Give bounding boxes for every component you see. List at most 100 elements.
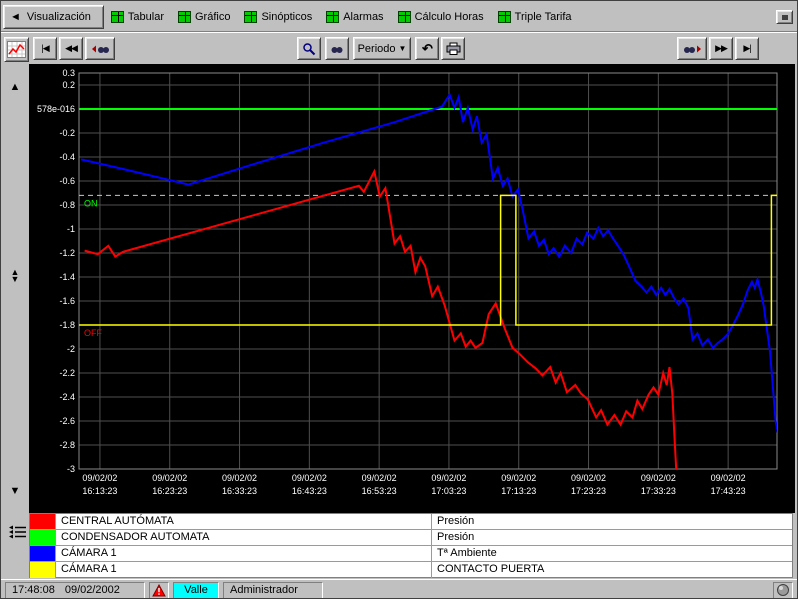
y-axis-label: -1 xyxy=(67,224,75,234)
series-signal: Presión xyxy=(432,514,792,529)
y-axis-label: -1.2 xyxy=(59,248,75,258)
status-indicator-icon xyxy=(776,583,790,597)
y-axis-label: -3 xyxy=(67,464,75,474)
menu-item-calculo-horas[interactable]: Cálculo Horas xyxy=(391,5,491,29)
y-axis-label: 0.3 xyxy=(62,68,75,78)
zoom-arrow-icon xyxy=(302,42,316,56)
legend-row[interactable]: CÁMARA 1 Tª Ambiente xyxy=(30,546,792,562)
alarm-warning-panel[interactable] xyxy=(149,582,169,599)
x-axis-date-label: 09/02/02 xyxy=(501,473,536,483)
y-axis-label: 0.2 xyxy=(62,80,75,90)
x-axis-time-label: 16:43:23 xyxy=(292,486,327,496)
series-signal: CONTACTO PUERTA xyxy=(432,562,792,578)
x-axis-time-label: 16:23:23 xyxy=(152,486,187,496)
legend-row[interactable]: CENTRAL AUTÓMATA Presión xyxy=(30,514,792,530)
chart-settings-icon xyxy=(7,41,26,58)
y-axis-label: -2.4 xyxy=(59,392,75,402)
periodo-label: Periodo xyxy=(358,43,396,55)
x-axis-date-label: 09/02/02 xyxy=(711,473,746,483)
scroll-up-button[interactable]: ▲ xyxy=(6,81,24,93)
legend-settings-button[interactable] xyxy=(5,521,29,543)
menu-item-label: Sinópticos xyxy=(261,11,312,23)
binoculars-right-icon xyxy=(684,43,701,55)
undo-button[interactable]: ↶ xyxy=(415,37,439,60)
page-forward-button[interactable]: ▶▶ xyxy=(709,37,733,60)
menu-item-triple-tarifa[interactable]: Triple Tarifa xyxy=(491,5,579,29)
alarmas-icon xyxy=(326,11,339,23)
tab-back-icon: ◄ xyxy=(10,11,21,23)
status-time: 17:48:08 xyxy=(12,584,55,596)
tariff-period-badge: Valle xyxy=(173,582,219,599)
page-back-button[interactable]: ◀◀ xyxy=(59,37,83,60)
y-axis-label: -2.8 xyxy=(59,440,75,450)
menu-item-grafico[interactable]: Gráfico xyxy=(171,5,237,29)
x-axis-date-label: 09/02/02 xyxy=(152,473,187,483)
menu-item-label: Cálculo Horas xyxy=(415,11,484,23)
tabular-icon xyxy=(111,11,124,23)
series-color-swatch-red xyxy=(30,514,56,529)
x-axis-time-label: 17:03:23 xyxy=(431,486,466,496)
find-button[interactable] xyxy=(325,37,349,60)
series-name: CÁMARA 1 xyxy=(56,546,432,561)
tab-label: Visualización xyxy=(27,11,91,23)
chart-settings-button[interactable] xyxy=(4,37,29,62)
status-date: 09/02/2002 xyxy=(65,584,120,596)
user-name: Administrador xyxy=(230,584,298,596)
menu-item-sinopticos[interactable]: Sinópticos xyxy=(237,5,319,29)
status-bar: 17:48:08 09/02/2002 Valle Administrador xyxy=(1,579,797,599)
x-axis-time-label: 17:13:23 xyxy=(501,486,536,496)
window-control-icon xyxy=(782,15,788,20)
main-menubar: ◄ Visualización Tabular Gráfico Sinóptic… xyxy=(1,1,797,32)
x-axis-date-label: 09/02/02 xyxy=(222,473,257,483)
series-name: CÁMARA 1 xyxy=(56,562,432,578)
series-color-swatch-blue xyxy=(30,546,56,561)
y-axis-label: -2.2 xyxy=(59,368,75,378)
page-forward-icon: ▶▶ xyxy=(715,43,727,54)
scroll-down-button[interactable]: ▼ xyxy=(6,485,24,497)
zoom-select-button[interactable] xyxy=(297,37,321,60)
go-first-button[interactable]: |◀ xyxy=(33,37,57,60)
menu-item-tabular[interactable]: Tabular xyxy=(104,5,171,29)
application-window: ◄ Visualización Tabular Gráfico Sinóptic… xyxy=(0,0,798,599)
go-last-icon: ▶| xyxy=(743,43,750,54)
legend-row[interactable]: CONDENSADOR AUTOMATA Presión xyxy=(30,530,792,546)
x-axis-date-label: 09/02/02 xyxy=(82,473,117,483)
binoculars-left-icon xyxy=(92,43,109,55)
dropdown-arrow-icon: ▼ xyxy=(399,44,407,53)
menu-item-alarmas[interactable]: Alarmas xyxy=(319,5,390,29)
series-signal: Tª Ambiente xyxy=(432,546,792,561)
series-signal: Presión xyxy=(432,530,792,545)
chart-toolbar: |◀ ◀◀ Periodo xyxy=(1,32,797,63)
print-button[interactable] xyxy=(441,37,465,60)
menu-item-label: Gráfico xyxy=(195,11,230,23)
x-axis-time-label: 17:23:23 xyxy=(571,486,606,496)
x-axis-date-label: 09/02/02 xyxy=(362,473,397,483)
y-axis-label: -0.4 xyxy=(59,152,75,162)
legend-row[interactable]: CÁMARA 1 CONTACTO PUERTA xyxy=(30,562,792,578)
search-backward-button[interactable] xyxy=(85,37,115,60)
y-axis-label: -2.6 xyxy=(59,416,75,426)
trend-chart[interactable]: ONOFF0.30.2578e-016-0.2-0.4-0.6-0.8-1-1.… xyxy=(29,64,795,513)
y-axis-label: -0.8 xyxy=(59,200,75,210)
x-axis-date-label: 09/02/02 xyxy=(431,473,466,483)
series-color-swatch-yellow xyxy=(30,562,56,578)
search-forward-button[interactable] xyxy=(677,37,707,60)
grafico-icon xyxy=(178,11,191,23)
series-color-swatch-green xyxy=(30,530,56,545)
printer-icon xyxy=(446,42,461,55)
x-axis-date-label: 09/02/02 xyxy=(641,473,676,483)
tab-visualizacion[interactable]: ◄ Visualización xyxy=(3,5,104,29)
page-back-icon: ◀◀ xyxy=(65,43,77,54)
go-last-button[interactable]: ▶| xyxy=(735,37,759,60)
x-axis-time-label: 17:33:23 xyxy=(641,486,676,496)
warning-triangle-icon xyxy=(152,584,166,597)
y-axis-label: -1.6 xyxy=(59,296,75,306)
undo-icon: ↶ xyxy=(422,41,432,57)
scale-updown-button[interactable]: ▲ ▼ xyxy=(6,269,24,283)
periodo-dropdown[interactable]: Periodo ▼ xyxy=(353,37,411,60)
y-axis-label: -0.2 xyxy=(59,128,75,138)
threshold-off-label: OFF xyxy=(84,328,102,338)
menu-item-label: Triple Tarifa xyxy=(515,11,572,23)
window-control-button[interactable] xyxy=(776,10,793,24)
x-axis-date-label: 09/02/02 xyxy=(571,473,606,483)
